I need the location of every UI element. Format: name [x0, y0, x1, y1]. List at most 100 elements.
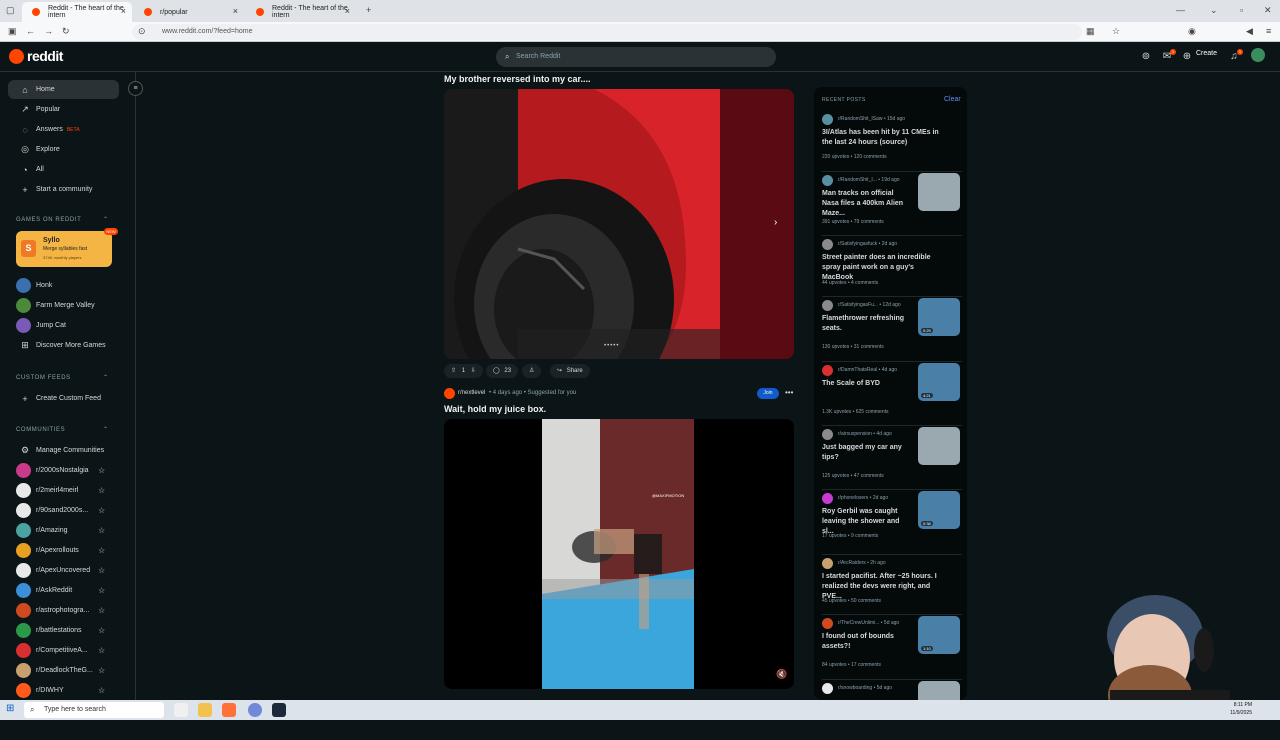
recent-post-item[interactable]: r/RandomShit_I... • 19d ago Man tracks on… [822, 173, 962, 232]
game-farm-merge-valley[interactable]: Farm Merge Valley [8, 296, 119, 315]
post-video[interactable]: @MAXIFMOTION 🔇 [444, 419, 794, 689]
recent-post-item[interactable]: r/airsuspension • 4d ago Just bagged my c… [822, 427, 962, 486]
award-button[interactable]: ♙ [522, 364, 542, 378]
tab-popular[interactable]: r/popular × [134, 2, 244, 22]
system-clock[interactable]: 8:11 PM 11/9/2025 [1218, 701, 1252, 717]
maximize-icon[interactable]: ▫ [1240, 5, 1243, 15]
favorite-star-icon[interactable]: ☆ [98, 506, 105, 515]
sidebar-community-item[interactable]: r/2meirl4meirl ☆ [8, 481, 119, 500]
volume-icon[interactable]: ◀ [1246, 26, 1253, 37]
subreddit-avatar[interactable] [444, 388, 455, 399]
lock-icon[interactable]: ⊙ [138, 26, 146, 37]
shield-icon[interactable]: ◉ [1188, 26, 1196, 37]
sidebar-community-item[interactable]: r/2000sNostalgia ☆ [8, 461, 119, 480]
tab-actions-icon[interactable]: ▢ [6, 5, 15, 16]
recent-post-item[interactable]: r/Satisfyingasfuck • 2d ago Street painte… [822, 239, 962, 296]
post-title[interactable]: My brother reversed into my car.... [444, 74, 591, 84]
close-window-icon[interactable]: ✕ [1264, 5, 1272, 16]
close-tab-icon[interactable]: × [345, 6, 350, 16]
sidebar-community-item[interactable]: r/90sand2000s... ☆ [8, 501, 119, 520]
manage-communities[interactable]: ⚙ Manage Communities [8, 441, 119, 460]
tab-reddit-home[interactable]: Reddit - The heart of the intern × [22, 2, 132, 22]
vote-control[interactable]: ⇧ 1 ⇩ [444, 364, 483, 378]
close-tab-icon[interactable]: × [233, 6, 238, 16]
favorite-star-icon[interactable]: ☆ [98, 686, 105, 695]
nav-home[interactable]: ⌂ Home [8, 80, 119, 99]
discord-icon[interactable] [248, 703, 262, 717]
game-jump-cat[interactable]: Jump Cat [8, 316, 119, 335]
chevron-up-icon[interactable]: ⌃ [103, 374, 108, 381]
more-options-icon[interactable]: ••• [785, 388, 793, 397]
recent-post-item[interactable]: r/SatisfyingasFu... • 12d ago Flamethrowe… [822, 298, 962, 357]
favorite-star-icon[interactable]: ☆ [98, 626, 105, 635]
sidebar-community-item[interactable]: r/battlestations ☆ [8, 621, 119, 640]
game-honk[interactable]: Honk [8, 276, 119, 295]
post-title[interactable]: Wait, hold my juice box. [444, 404, 546, 414]
recent-post-item[interactable]: r/phonelosers • 2d ago Roy Gerbil was cau… [822, 491, 962, 550]
favorite-star-icon[interactable]: ☆ [98, 586, 105, 595]
firefox-icon[interactable] [222, 703, 236, 717]
favorite-star-icon[interactable]: ☆ [98, 486, 105, 495]
file-explorer-icon[interactable] [198, 703, 212, 717]
extensions-icon[interactable]: ▦ [1086, 26, 1095, 37]
carousel-next-icon[interactable]: › [774, 217, 777, 228]
chevron-down-icon[interactable]: ⌄ [1210, 5, 1218, 16]
tab-reddit-home-2[interactable]: Reddit - The heart of the intern × [246, 2, 356, 22]
steam-icon[interactable] [272, 703, 286, 717]
nav-explore[interactable]: ◎ Explore [8, 140, 119, 159]
sidebar-toggle-icon[interactable]: ▣ [8, 26, 17, 37]
sidebar-community-item[interactable]: r/astrophotogra... ☆ [8, 601, 119, 620]
favorite-star-icon[interactable]: ☆ [98, 666, 105, 675]
refresh-icon[interactable]: ↻ [62, 26, 70, 37]
favorite-star-icon[interactable]: ☆ [98, 646, 105, 655]
recent-post-item[interactable]: r/TheCrewUnlimi... • 5d ago I found out o… [822, 616, 962, 675]
bookmark-star-icon[interactable]: ☆ [1112, 26, 1120, 37]
chevron-up-icon[interactable]: ⌃ [103, 426, 108, 433]
subreddit-name[interactable]: r/nextlevel [458, 390, 485, 396]
advertise-icon[interactable]: ⊚ [1140, 51, 1152, 63]
comments-button[interactable]: ◯ 23 [486, 364, 519, 378]
collapse-sidebar-button[interactable]: ≡ [128, 81, 143, 96]
back-icon[interactable]: ← [26, 26, 35, 36]
reddit-wordmark[interactable]: reddit [27, 48, 63, 64]
communities-heading[interactable]: COMMUNITIES [16, 427, 65, 433]
clear-button[interactable]: Clear [944, 96, 961, 103]
sidebar-community-item[interactable]: r/ApexUncovered ☆ [8, 561, 119, 580]
reddit-logo-icon[interactable] [9, 49, 24, 64]
taskbar-search-input[interactable]: ⌕ Type here to search [24, 702, 164, 718]
downvote-icon[interactable]: ⇩ [471, 368, 476, 374]
new-tab-icon[interactable]: + [366, 5, 371, 15]
sidebar-community-item[interactable]: r/Apexrollouts ☆ [8, 541, 119, 560]
sidebar-community-item[interactable]: r/DeadlockTheG... ☆ [8, 661, 119, 680]
sidebar-community-item[interactable]: r/DIWHY ☆ [8, 681, 119, 700]
favorite-star-icon[interactable]: ☆ [98, 526, 105, 535]
menu-icon[interactable]: ≡ [1266, 26, 1271, 36]
upvote-icon[interactable]: ⇧ [451, 368, 456, 374]
favorite-star-icon[interactable]: ☆ [98, 546, 105, 555]
post-media-carousel[interactable]: › ••••• [444, 89, 794, 359]
nav-start-community[interactable]: + Start a community [8, 180, 119, 199]
favorite-star-icon[interactable]: ☆ [98, 606, 105, 615]
sidebar-community-item[interactable]: r/CompetitiveA... ☆ [8, 641, 119, 660]
create-custom-feed[interactable]: + Create Custom Feed [8, 389, 119, 408]
close-tab-icon[interactable]: × [121, 6, 126, 16]
join-button[interactable]: Join [757, 388, 779, 399]
share-button[interactable]: ↪ Share [550, 364, 590, 378]
chevron-up-icon[interactable]: ⌃ [103, 216, 108, 223]
create-button[interactable]: Create [1196, 50, 1217, 57]
task-view-icon[interactable] [174, 703, 188, 717]
create-plus-icon[interactable]: ⊕ [1181, 51, 1193, 63]
search-input[interactable]: ⌕ Search Reddit [496, 47, 776, 67]
games-section-heading[interactable]: GAMES ON REDDIT [16, 217, 81, 223]
discover-more-games[interactable]: ⊞ Discover More Games [8, 336, 119, 355]
url-input[interactable]: www.reddit.com/?feed=home [132, 24, 1082, 40]
favorite-star-icon[interactable]: ☆ [98, 466, 105, 475]
minimize-icon[interactable]: — [1176, 5, 1185, 15]
favorite-star-icon[interactable]: ☆ [98, 566, 105, 575]
recent-post-item[interactable]: r/ArcRaiders • 2h ago I started pacifist.… [822, 558, 962, 615]
forward-icon[interactable]: → [44, 26, 53, 36]
nav-answers[interactable]: ◌ Answers BETA [8, 120, 119, 139]
nav-popular[interactable]: ↗ Popular [8, 100, 119, 119]
sidebar-community-item[interactable]: r/Amazing ☆ [8, 521, 119, 540]
mute-icon[interactable]: 🔇 [776, 669, 787, 680]
